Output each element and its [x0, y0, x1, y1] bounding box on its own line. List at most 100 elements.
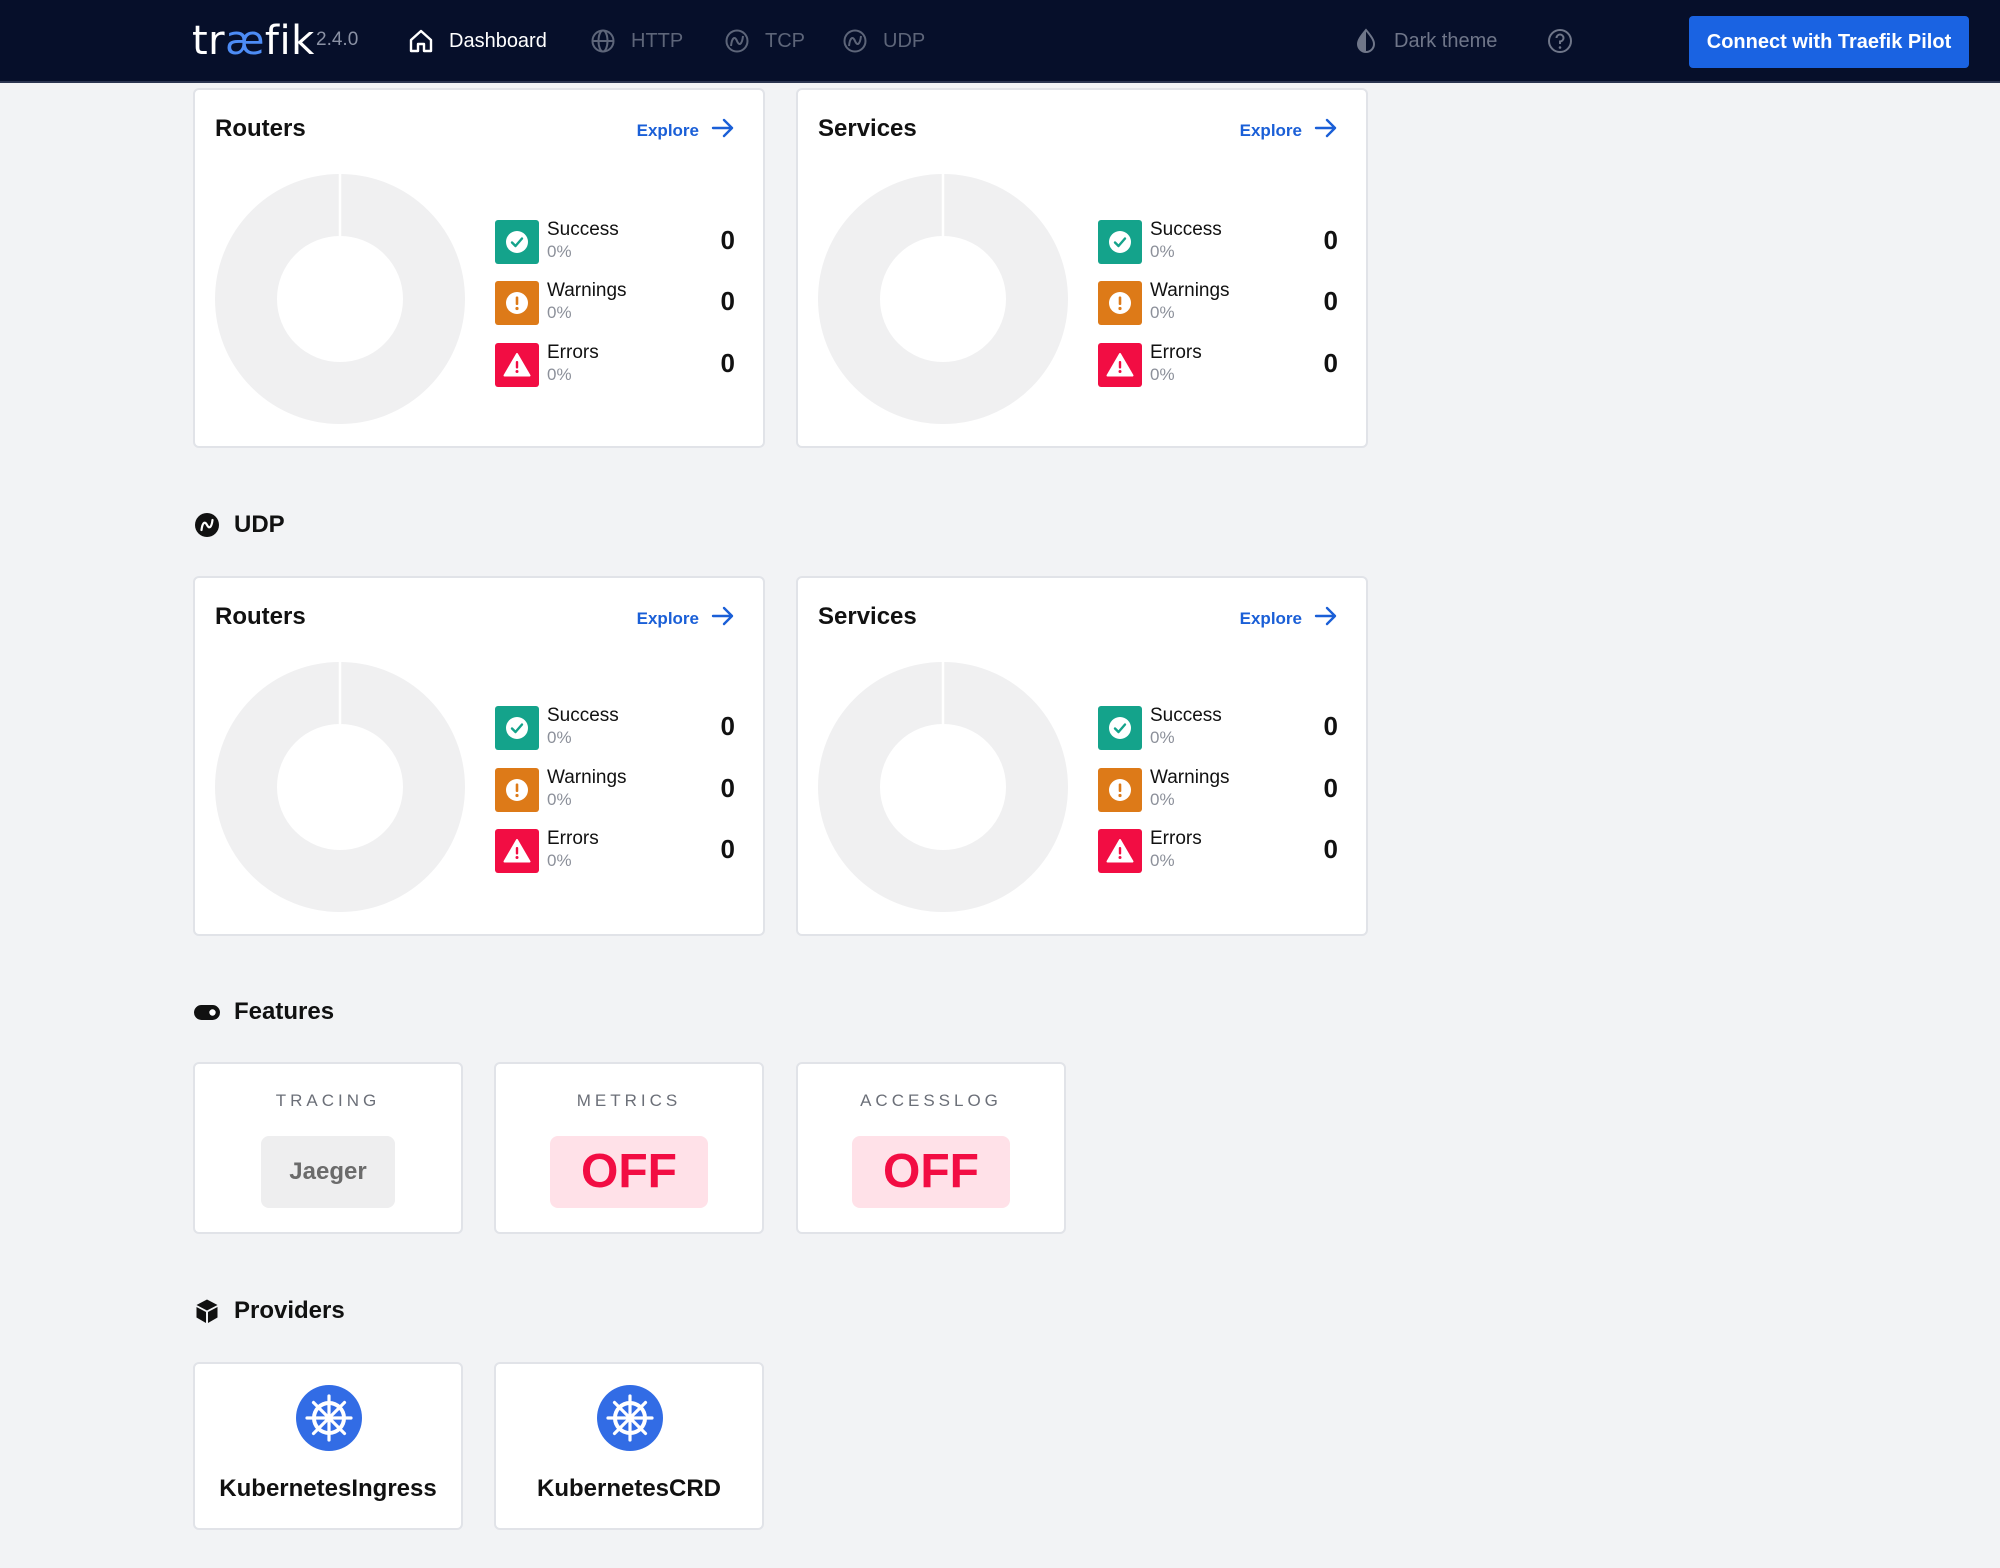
stat-percent: 0% — [1150, 303, 1175, 322]
nav-udp-label: UDP — [883, 30, 926, 52]
udp-services-card: Services Explore Success 0% 0 Warnings 0… — [796, 576, 1368, 936]
traefik-logo[interactable]: træfik — [192, 16, 315, 66]
features-section-title: Features — [194, 997, 334, 1027]
contrast-icon — [1352, 27, 1380, 55]
stat-label: Success — [1150, 705, 1222, 726]
stat-label: Success — [547, 219, 619, 240]
stat-label: Errors — [1150, 828, 1202, 849]
provider-name: KubernetesCRD — [536, 1475, 722, 1502]
stat-warnings: Warnings 0% 0 — [495, 767, 735, 812]
stat-label: Warnings — [1150, 280, 1230, 301]
feature-label: METRICS — [576, 1091, 682, 1110]
explore-label: Explore — [636, 609, 699, 628]
explore-label: Explore — [1239, 609, 1302, 628]
explore-link[interactable]: Explore — [1240, 606, 1338, 632]
stat-count: 0 — [1323, 834, 1338, 864]
stat-success: Success 0% 0 — [495, 705, 735, 750]
stat-errors: Errors 0% 0 — [1098, 342, 1338, 387]
feature-metrics-card: METRICS OFF — [494, 1062, 764, 1234]
udp-icon — [841, 27, 869, 55]
home-icon — [407, 27, 435, 55]
dark-theme-toggle[interactable]: Dark theme — [1352, 22, 1497, 60]
stat-count: 0 — [720, 773, 735, 803]
kubernetes-icon — [596, 1384, 664, 1452]
feature-tracing-card: TRACING Jaeger — [193, 1062, 463, 1234]
nav-dashboard[interactable]: Dashboard — [407, 22, 547, 60]
toggle-icon — [194, 999, 220, 1025]
check-circle-icon — [1098, 220, 1142, 264]
help-button[interactable] — [1546, 22, 1574, 60]
donut-chart — [215, 174, 465, 424]
stat-success: Success 0% 0 — [495, 219, 735, 264]
stat-count: 0 — [1323, 225, 1338, 255]
arrow-right-icon — [711, 606, 735, 632]
logo-text-post: fik — [264, 18, 315, 64]
stat-percent: 0% — [547, 303, 572, 322]
exclamation-circle-icon — [1098, 768, 1142, 812]
stat-count: 0 — [1323, 773, 1338, 803]
stat-label: Errors — [1150, 342, 1202, 363]
logo-text-pre: tr — [192, 18, 226, 64]
providers-section-title: Providers — [194, 1296, 345, 1326]
stat-success: Success 0% 0 — [1098, 219, 1338, 264]
stat-percent: 0% — [547, 242, 572, 261]
stat-count: 0 — [1323, 286, 1338, 316]
exclamation-circle-icon — [1098, 281, 1142, 325]
stat-percent: 0% — [1150, 728, 1175, 747]
warning-triangle-icon — [495, 343, 539, 387]
stat-percent: 0% — [547, 790, 572, 809]
stat-label: Errors — [547, 342, 599, 363]
stat-label: Success — [547, 705, 619, 726]
stat-success: Success 0% 0 — [1098, 705, 1338, 750]
card-title: Services — [818, 603, 917, 630]
stat-count: 0 — [720, 711, 735, 741]
tcp-routers-card: Routers Explore Success 0% 0 Warnings 0%… — [193, 88, 765, 448]
cube-icon — [194, 1298, 220, 1324]
feature-accesslog-card: ACCESSLOG OFF — [796, 1062, 1066, 1234]
tcp-icon — [723, 27, 751, 55]
stat-percent: 0% — [1150, 790, 1175, 809]
version-label: 2.4.0 — [316, 29, 359, 50]
stat-label: Errors — [547, 828, 599, 849]
warning-triangle-icon — [495, 829, 539, 873]
stat-label: Warnings — [547, 767, 627, 788]
provider-name: KubernetesIngress — [219, 1475, 437, 1502]
card-title: Routers — [215, 115, 306, 142]
nav-udp[interactable]: UDP — [841, 22, 925, 60]
explore-link[interactable]: Explore — [1240, 118, 1338, 144]
stat-label: Warnings — [1150, 767, 1230, 788]
stat-errors: Errors 0% 0 — [1098, 828, 1338, 873]
section-title-label: UDP — [234, 511, 285, 538]
section-title-label: Providers — [234, 1297, 345, 1324]
explore-link[interactable]: Explore — [637, 118, 735, 144]
arrow-right-icon — [1314, 118, 1338, 144]
explore-link[interactable]: Explore — [637, 606, 735, 632]
donut-chart — [215, 662, 465, 912]
kubernetes-icon — [295, 1384, 363, 1452]
stat-percent: 0% — [1150, 851, 1175, 870]
donut-chart — [818, 174, 1068, 424]
stat-errors: Errors 0% 0 — [495, 828, 735, 873]
udp-icon — [194, 512, 220, 538]
stat-count: 0 — [720, 225, 735, 255]
feature-value: Jaeger — [261, 1136, 395, 1208]
arrow-right-icon — [711, 118, 735, 144]
nav-tcp[interactable]: TCP — [723, 22, 805, 60]
exclamation-circle-icon — [495, 768, 539, 812]
stat-warnings: Warnings 0% 0 — [1098, 280, 1338, 325]
stat-percent: 0% — [1150, 365, 1175, 384]
stat-percent: 0% — [547, 365, 572, 384]
connect-pilot-button[interactable]: Connect with Traefik Pilot — [1689, 16, 1969, 68]
logo-text-ae: æ — [225, 18, 265, 64]
feature-value: OFF — [852, 1136, 1010, 1208]
nav-http[interactable]: HTTP — [589, 22, 683, 60]
provider-card: KubernetesCRD — [494, 1362, 764, 1530]
nav-dashboard-label: Dashboard — [449, 30, 547, 52]
explore-label: Explore — [1239, 121, 1302, 140]
feature-label: ACCESSLOG — [860, 1091, 1002, 1110]
explore-label: Explore — [636, 121, 699, 140]
warning-triangle-icon — [1098, 829, 1142, 873]
check-circle-icon — [1098, 706, 1142, 750]
feature-label: TRACING — [275, 1091, 381, 1110]
card-title: Services — [818, 115, 917, 142]
